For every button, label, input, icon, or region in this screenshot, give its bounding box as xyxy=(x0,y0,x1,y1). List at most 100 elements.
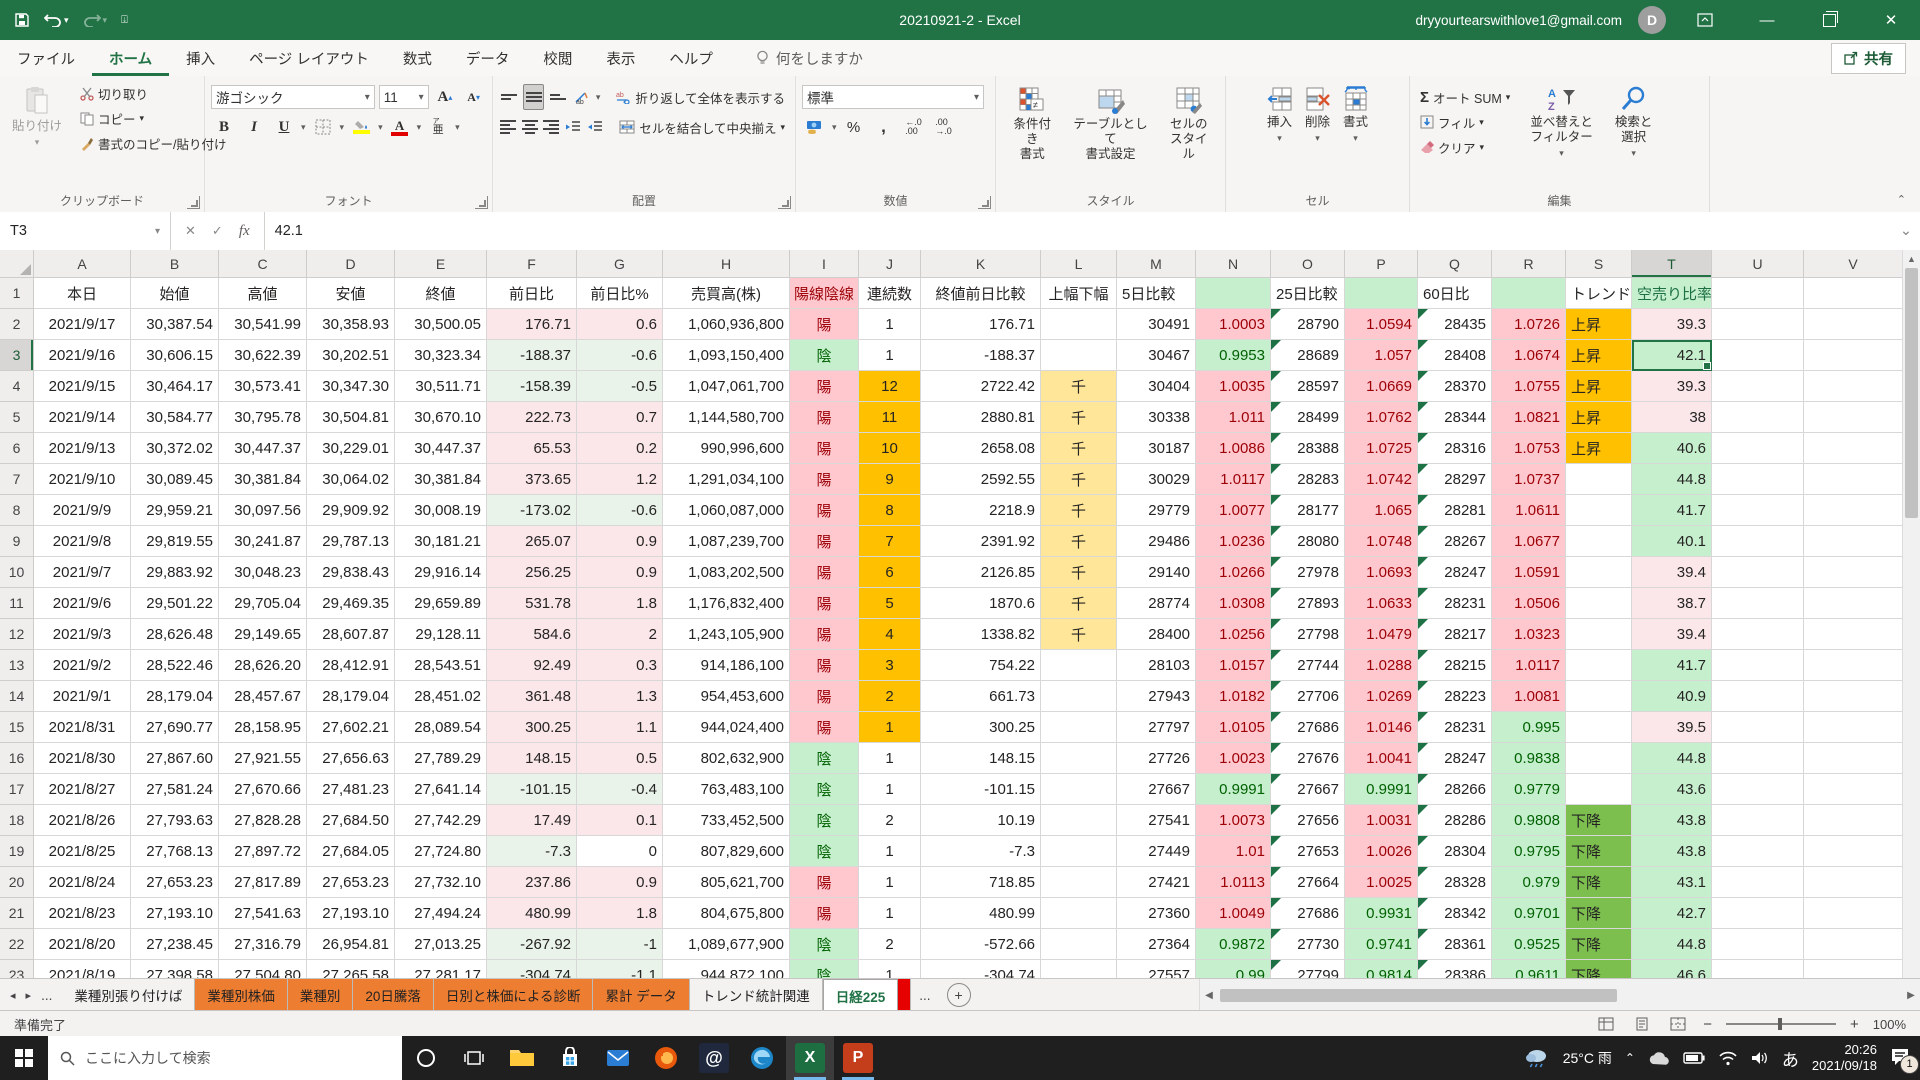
cell-N11[interactable]: 1.0308 xyxy=(1196,588,1271,619)
cell-S16[interactable] xyxy=(1566,743,1632,774)
increase-decimal-icon[interactable]: ←.0.00 xyxy=(901,115,927,139)
cell-F7[interactable]: 373.65 xyxy=(487,464,577,495)
cell-E12[interactable]: 29,128.11 xyxy=(395,619,487,650)
cell-E11[interactable]: 29,659.89 xyxy=(395,588,487,619)
cell-B3[interactable]: 30,606.15 xyxy=(131,340,219,371)
tell-me-search[interactable]: 何をしますか xyxy=(756,48,863,69)
cell-Q7[interactable]: 28297 xyxy=(1418,464,1492,495)
cell-K11[interactable]: 1870.6 xyxy=(921,588,1041,619)
cell-O15[interactable]: 27686 xyxy=(1271,712,1345,743)
cell-H20[interactable]: 805,621,700 xyxy=(663,867,790,898)
cell-R5[interactable]: 1.0821 xyxy=(1492,402,1566,433)
cell-G8[interactable]: -0.6 xyxy=(577,495,663,526)
cell-G1[interactable]: 前日比% xyxy=(577,278,663,309)
share-button[interactable]: 共有 xyxy=(1831,43,1906,74)
col-header-B[interactable]: B xyxy=(131,250,219,278)
zoom-slider-thumb[interactable] xyxy=(1778,1018,1782,1030)
cell-N10[interactable]: 1.0266 xyxy=(1196,557,1271,588)
cell-E3[interactable]: 30,323.34 xyxy=(395,340,487,371)
cell-P6[interactable]: 1.0725 xyxy=(1345,433,1418,464)
cell-I20[interactable]: 陽 xyxy=(790,867,859,898)
page-break-view-icon[interactable] xyxy=(1667,1015,1689,1033)
cell-J16[interactable]: 1 xyxy=(859,743,921,774)
cell-N22[interactable]: 0.9872 xyxy=(1196,929,1271,960)
col-header-R[interactable]: R xyxy=(1492,250,1566,278)
cell-F5[interactable]: 222.73 xyxy=(487,402,577,433)
cell-F3[interactable]: -188.37 xyxy=(487,340,577,371)
cell-C13[interactable]: 28,626.20 xyxy=(219,650,307,681)
cell-H2[interactable]: 1,060,936,800 xyxy=(663,309,790,340)
cell-G3[interactable]: -0.6 xyxy=(577,340,663,371)
cell-Q12[interactable]: 28217 xyxy=(1418,619,1492,650)
cell-Q21[interactable]: 28342 xyxy=(1418,898,1492,929)
cell-C5[interactable]: 30,795.78 xyxy=(219,402,307,433)
onedrive-icon[interactable] xyxy=(1648,1051,1670,1065)
cell-C22[interactable]: 27,316.79 xyxy=(219,929,307,960)
cell-G10[interactable]: 0.9 xyxy=(577,557,663,588)
cell-K13[interactable]: 754.22 xyxy=(921,650,1041,681)
cell-I14[interactable]: 陽 xyxy=(790,681,859,712)
cell-H17[interactable]: 763,483,100 xyxy=(663,774,790,805)
cell-B7[interactable]: 30,089.45 xyxy=(131,464,219,495)
cell-P20[interactable]: 1.0025 xyxy=(1345,867,1418,898)
cell-L9[interactable]: 千 xyxy=(1041,526,1117,557)
cell-B13[interactable]: 28,522.46 xyxy=(131,650,219,681)
cell-J5[interactable]: 11 xyxy=(859,402,921,433)
cell-J3[interactable]: 1 xyxy=(859,340,921,371)
cell-V22[interactable] xyxy=(1804,929,1903,960)
cell-C9[interactable]: 30,241.87 xyxy=(219,526,307,557)
font-name-combo[interactable]: 游ゴシック▾ xyxy=(211,85,375,109)
cell-O17[interactable]: 27667 xyxy=(1271,774,1345,805)
cell-C7[interactable]: 30,381.84 xyxy=(219,464,307,495)
cell-C17[interactable]: 27,670.66 xyxy=(219,774,307,805)
wrap-text-button[interactable]: ab 折り返して全体を表示する xyxy=(612,86,789,109)
cell-B23[interactable]: 27,398.58 xyxy=(131,960,219,978)
cell-I5[interactable]: 陽 xyxy=(790,402,859,433)
cell-I22[interactable]: 陰 xyxy=(790,929,859,960)
cell-T19[interactable]: 43.8 xyxy=(1632,836,1712,867)
cell-V9[interactable] xyxy=(1804,526,1903,557)
align-top-icon[interactable] xyxy=(499,85,519,109)
cell-S22[interactable]: 下降 xyxy=(1566,929,1632,960)
number-dialog-launcher[interactable] xyxy=(978,196,991,209)
cell-Q4[interactable]: 28370 xyxy=(1418,371,1492,402)
cell-V13[interactable] xyxy=(1804,650,1903,681)
currency-format-icon[interactable] xyxy=(802,115,828,139)
sheet-tab-日別と株価による診断[interactable]: 日別と株価による診断 xyxy=(434,979,594,1011)
expand-formula-bar-icon[interactable]: ⌄ xyxy=(1900,212,1920,250)
cell-C10[interactable]: 30,048.23 xyxy=(219,557,307,588)
cell-U3[interactable] xyxy=(1712,340,1804,371)
cell-L3[interactable] xyxy=(1041,340,1117,371)
cell-L1[interactable]: 上幅下幅 xyxy=(1041,278,1117,309)
add-sheet-button[interactable]: + xyxy=(947,983,971,1007)
tab-help[interactable]: ヘルプ xyxy=(652,40,730,76)
cell-K4[interactable]: 2722.42 xyxy=(921,371,1041,402)
cell-R4[interactable]: 1.0755 xyxy=(1492,371,1566,402)
delete-cells-button[interactable]: 削除 ▾ xyxy=(1299,82,1337,148)
cell-Q16[interactable]: 28247 xyxy=(1418,743,1492,774)
cell-J15[interactable]: 1 xyxy=(859,712,921,743)
cell-Q11[interactable]: 28231 xyxy=(1418,588,1492,619)
cell-J20[interactable]: 1 xyxy=(859,867,921,898)
conditional-formatting-button[interactable]: ≠ 条件付き 書式 xyxy=(1002,82,1063,166)
cell-A13[interactable]: 2021/9/2 xyxy=(34,650,131,681)
cell-K6[interactable]: 2658.08 xyxy=(921,433,1041,464)
cell-U10[interactable] xyxy=(1712,557,1804,588)
cell-H14[interactable]: 954,453,600 xyxy=(663,681,790,712)
cell-D16[interactable]: 27,656.63 xyxy=(307,743,395,774)
scroll-left-icon[interactable]: ◀ xyxy=(1200,990,1218,1001)
cell-F4[interactable]: -158.39 xyxy=(487,371,577,402)
cell-C15[interactable]: 28,158.95 xyxy=(219,712,307,743)
cell-R17[interactable]: 0.9779 xyxy=(1492,774,1566,805)
cell-T4[interactable]: 39.3 xyxy=(1632,371,1712,402)
cell-H1[interactable]: 売買高(株) xyxy=(663,278,790,309)
cell-I17[interactable]: 陰 xyxy=(790,774,859,805)
cell-O3[interactable]: 28689 xyxy=(1271,340,1345,371)
cell-V2[interactable] xyxy=(1804,309,1903,340)
cell-G11[interactable]: 1.8 xyxy=(577,588,663,619)
cell-O18[interactable]: 27656 xyxy=(1271,805,1345,836)
cell-L5[interactable]: 千 xyxy=(1041,402,1117,433)
sheet-nav-right-icon[interactable]: ▸ xyxy=(26,989,32,1002)
cell-V16[interactable] xyxy=(1804,743,1903,774)
cell-M10[interactable]: 29140 xyxy=(1117,557,1196,588)
